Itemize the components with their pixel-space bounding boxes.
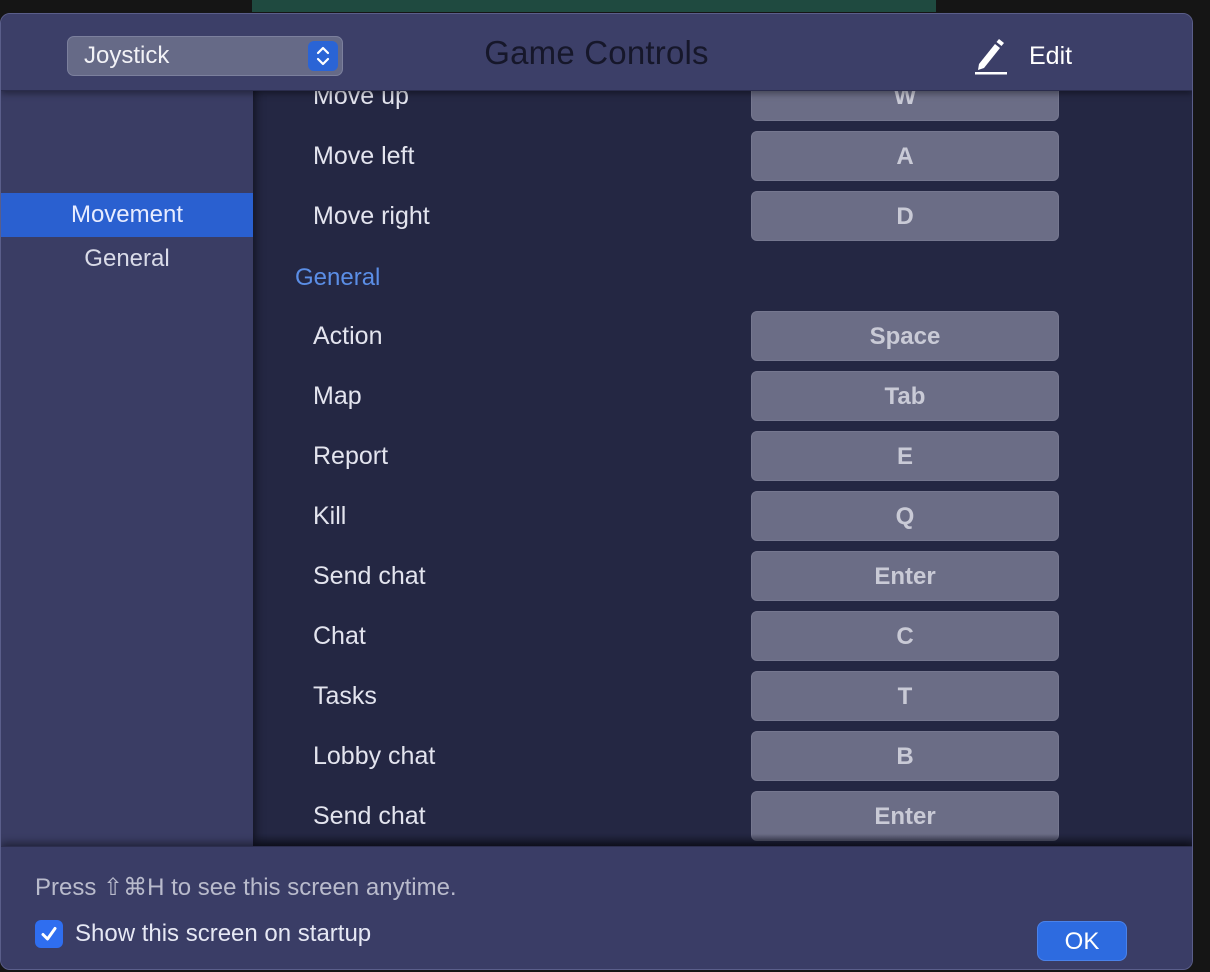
window-header: Joystick Game Controls Edit (1, 14, 1192, 91)
key-bindings-list[interactable]: Move up W Move left A Move right D Gener… (253, 91, 1192, 846)
binding-key-button[interactable]: T (751, 671, 1059, 721)
edit-label: Edit (1029, 41, 1073, 70)
binding-action-label: Report (313, 442, 389, 470)
sidebar-item-label: General (84, 245, 170, 272)
binding-action-label: Map (313, 382, 362, 410)
checkmark-icon (41, 927, 57, 941)
sidebar: Movement General (1, 91, 253, 846)
sidebar-item-label: Movement (70, 201, 184, 228)
binding-row-lobby-chat: Lobby chat B (253, 731, 1192, 781)
background-app-strip (252, 0, 936, 12)
binding-key-button[interactable]: Space (751, 311, 1059, 361)
binding-row-move-right: Move right D (253, 191, 1192, 241)
binding-row-kill: Kill Q (253, 491, 1192, 541)
binding-row-move-left: Move left A (253, 131, 1192, 181)
binding-key-button[interactable]: Enter (751, 551, 1059, 601)
binding-action-label: Move up (313, 91, 409, 110)
binding-row-report: Report E (253, 431, 1192, 481)
binding-key-button[interactable]: Q (751, 491, 1059, 541)
show-on-startup-checkbox[interactable] (35, 920, 63, 948)
sidebar-item-movement[interactable]: Movement (1, 193, 253, 237)
binding-key-button[interactable]: D (751, 191, 1059, 241)
binding-row-chat: Chat C (253, 611, 1192, 661)
binding-key-button[interactable]: C (751, 611, 1059, 661)
shortcut-hint: Press ⇧⌘H to see this screen anytime. (35, 874, 457, 901)
sidebar-item-general[interactable]: General (1, 237, 253, 281)
binding-key-button[interactable]: B (751, 731, 1059, 781)
section-header-general: General (295, 264, 381, 291)
binding-action-label: Send chat (313, 562, 426, 590)
show-on-startup-label[interactable]: Show this screen on startup (75, 919, 371, 949)
binding-key-button[interactable]: Tab (751, 371, 1059, 421)
game-controls-window: Joystick Game Controls Edit Movement Gen… (0, 13, 1193, 970)
binding-action-label: Move left (313, 142, 415, 170)
binding-action-label: Lobby chat (313, 742, 436, 770)
binding-key-button[interactable]: W (751, 91, 1059, 121)
binding-key-button[interactable]: E (751, 431, 1059, 481)
binding-action-label: Move right (313, 202, 430, 230)
binding-row-action: Action Space (253, 311, 1192, 361)
binding-action-label: Kill (313, 502, 347, 530)
binding-row-tasks: Tasks T (253, 671, 1192, 721)
binding-row-move-up: Move up W (253, 91, 1192, 121)
scroll-fade (253, 834, 1192, 846)
ok-button[interactable]: OK (1037, 921, 1127, 961)
window-footer: Press ⇧⌘H to see this screen anytime. Sh… (1, 846, 1192, 969)
binding-key-button[interactable]: A (751, 131, 1059, 181)
binding-row-send-chat: Send chat Enter (253, 551, 1192, 601)
binding-row-map: Map Tab (253, 371, 1192, 421)
pencil-icon (975, 39, 1007, 75)
binding-action-label: Tasks (313, 682, 377, 710)
binding-action-label: Chat (313, 622, 366, 650)
edit-button[interactable]: Edit (973, 34, 1093, 78)
binding-action-label: Action (313, 322, 383, 350)
